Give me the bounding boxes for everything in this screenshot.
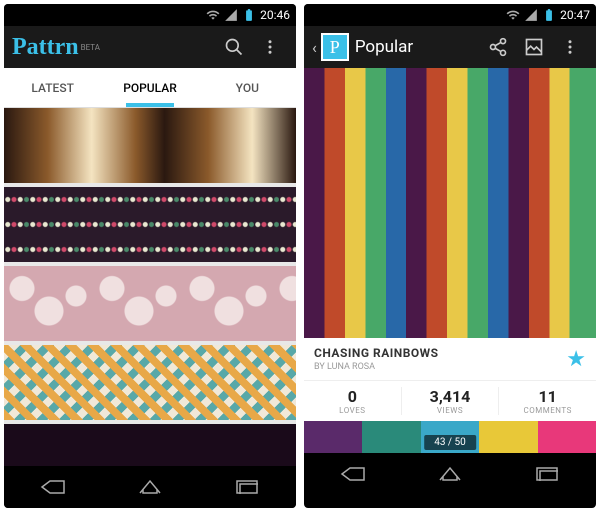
nav-bar <box>304 453 596 495</box>
list-item[interactable] <box>4 187 296 262</box>
share-icon <box>488 37 508 57</box>
recent-button[interactable] <box>522 460 572 488</box>
recent-icon <box>236 480 258 494</box>
status-time: 20:46 <box>260 8 290 22</box>
share-button[interactable] <box>480 29 516 65</box>
phone-left: 20:46 Pattrn BETA LATEST POPULAR YOU <box>4 4 296 508</box>
home-icon <box>138 479 162 495</box>
list-item[interactable] <box>4 424 296 466</box>
back-icon <box>340 466 366 482</box>
recent-button[interactable] <box>222 473 272 501</box>
home-button[interactable] <box>125 473 175 501</box>
signal-icon <box>224 8 238 22</box>
pattern-meta: CHASING RAINBOWS BY LUNA ROSA ★ <box>304 338 596 380</box>
stat-loves[interactable]: 0 LOVES <box>304 387 402 415</box>
list-item[interactable] <box>4 266 296 341</box>
image-icon <box>524 37 544 57</box>
search-button[interactable] <box>216 29 252 65</box>
status-bar: 20:47 <box>304 4 596 26</box>
swatch[interactable] <box>362 421 420 453</box>
tab-latest[interactable]: LATEST <box>4 68 101 107</box>
battery-icon <box>542 8 556 22</box>
status-bar: 20:46 <box>4 4 296 26</box>
overflow-button[interactable] <box>552 29 588 65</box>
pattern-list[interactable] <box>4 108 296 466</box>
status-time: 20:47 <box>560 8 590 22</box>
tab-popular[interactable]: POPULAR <box>101 68 198 107</box>
beta-badge: BETA <box>81 43 100 52</box>
home-icon <box>438 466 462 482</box>
home-button[interactable] <box>425 460 475 488</box>
pattern-author: BY LUNA ROSA <box>314 362 566 372</box>
action-bar: Pattrn BETA <box>4 26 296 68</box>
swatch[interactable] <box>538 421 596 453</box>
battery-icon <box>242 8 256 22</box>
list-item[interactable] <box>4 108 296 183</box>
pattern-image[interactable] <box>304 68 596 338</box>
back-icon <box>40 479 66 495</box>
swatch[interactable] <box>479 421 537 453</box>
wifi-icon <box>206 8 220 22</box>
list-item[interactable] <box>4 345 296 420</box>
favorite-button[interactable]: ★ <box>566 347 586 372</box>
wallpaper-button[interactable] <box>516 29 552 65</box>
page-counter: 43 / 50 <box>424 435 476 450</box>
action-bar: ‹ P Popular <box>304 26 596 68</box>
search-icon <box>224 37 244 57</box>
wifi-icon <box>506 8 520 22</box>
overflow-icon <box>261 38 279 56</box>
stat-comments[interactable]: 11 COMMENTS <box>499 387 596 415</box>
tab-bar: LATEST POPULAR YOU <box>4 68 296 108</box>
pattern-title: CHASING RAINBOWS <box>314 346 566 360</box>
back-button[interactable] <box>328 460 378 488</box>
recent-icon <box>536 467 558 481</box>
up-caret-icon[interactable]: ‹ <box>312 38 317 57</box>
nav-bar <box>4 466 296 508</box>
app-logo: Pattrn <box>12 34 79 61</box>
page-title: Popular <box>355 37 413 57</box>
overflow-icon <box>561 38 579 56</box>
tab-you[interactable]: YOU <box>199 68 296 107</box>
phone-right: 20:47 ‹ P Popular CHASING RAINBOWS BY LU… <box>304 4 596 508</box>
swatch[interactable] <box>304 421 362 453</box>
app-icon[interactable]: P <box>321 33 349 61</box>
overflow-button[interactable] <box>252 29 288 65</box>
stat-views[interactable]: 3,414 VIEWS <box>402 387 500 415</box>
back-button[interactable] <box>28 473 78 501</box>
color-palette: 43 / 50 <box>304 421 596 453</box>
stats-bar: 0 LOVES 3,414 VIEWS 11 COMMENTS <box>304 380 596 421</box>
signal-icon <box>524 8 538 22</box>
